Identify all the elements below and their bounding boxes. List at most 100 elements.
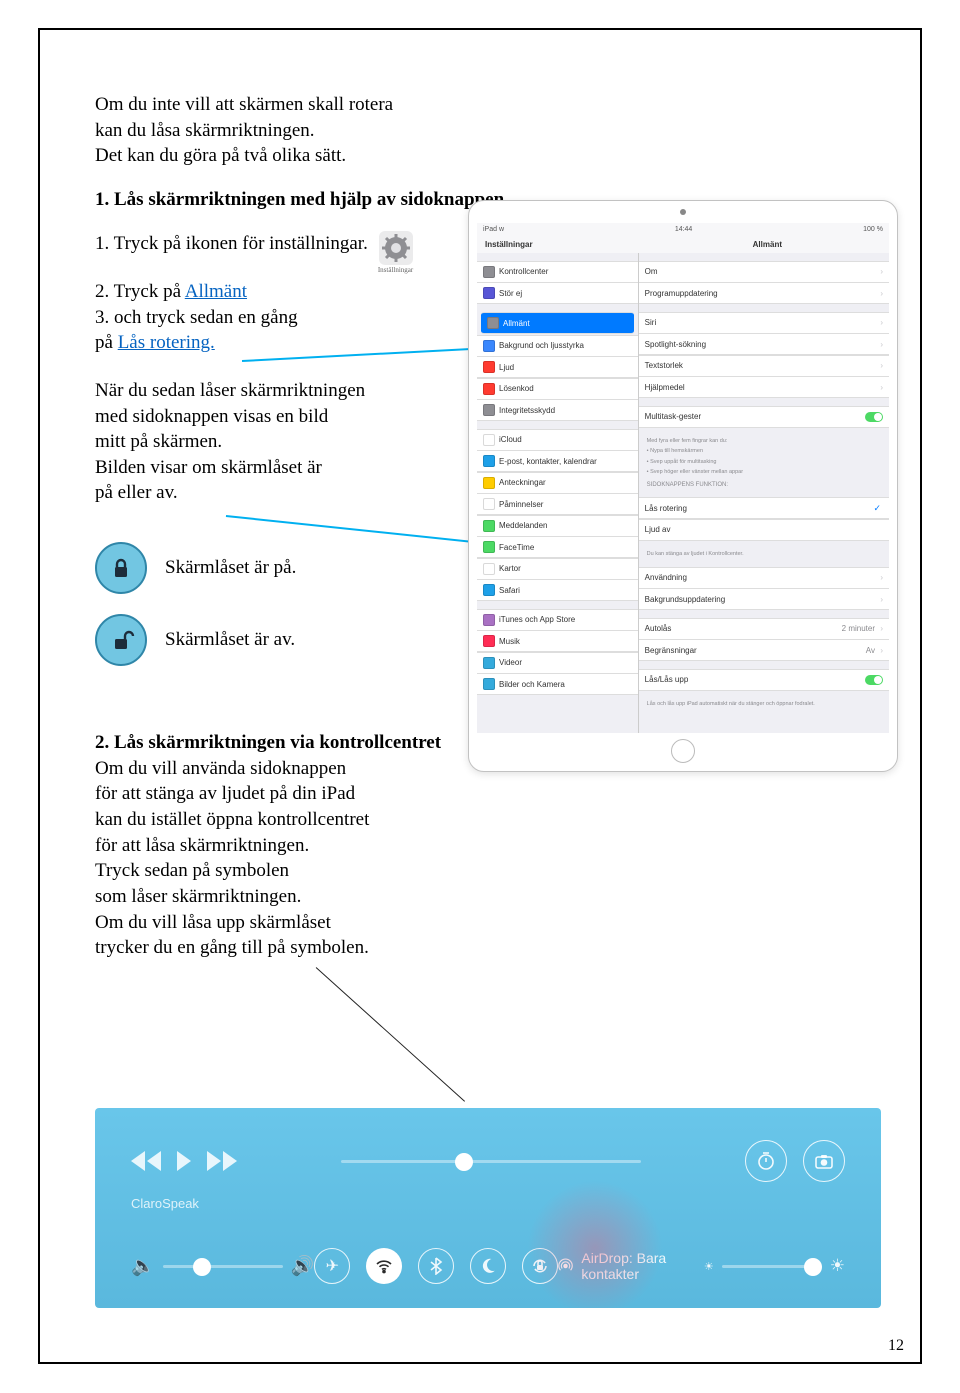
airplane-toggle[interactable]: ✈ bbox=[314, 1248, 350, 1284]
sidoknapp-header: SIDOKNAPPENS FUNKTION: bbox=[639, 478, 889, 490]
s2-p8: trycker du en gång till på symbolen. bbox=[95, 937, 369, 958]
multitask-note-4: • Svep höger eller vänster mellan appar bbox=[639, 467, 889, 478]
settings-row-autol-s[interactable]: Autolås›2 minuter bbox=[639, 618, 889, 640]
volume-low-icon: 🔈 bbox=[131, 1254, 155, 1278]
multitask-toggle[interactable] bbox=[865, 412, 883, 422]
chevron-icon: › bbox=[880, 595, 883, 604]
sidebar-item-e-post-kontakter-kalendrar[interactable]: E-post, kontakter, kalendrar bbox=[477, 450, 638, 472]
ipad-home-button[interactable] bbox=[671, 739, 695, 763]
note-e: på eller av. bbox=[95, 482, 178, 503]
camera-button[interactable] bbox=[803, 1140, 845, 1182]
link-allmant[interactable]: Allmänt bbox=[185, 281, 247, 302]
status-bar: iPad ᴡ 14:44 100 % bbox=[477, 223, 889, 235]
brightness-high-icon: ☀ bbox=[830, 1256, 845, 1276]
sidebar-item-meddelanden[interactable]: Meddelanden bbox=[477, 515, 638, 537]
sidebar-item-integritetsskydd[interactable]: Integritetsskydd bbox=[477, 399, 638, 421]
rotation-lock-toggle[interactable] bbox=[522, 1248, 558, 1284]
ipad-screen: iPad ᴡ 14:44 100 % Inställningar Allmänt… bbox=[477, 223, 889, 733]
bluetooth-toggle[interactable] bbox=[418, 1248, 454, 1284]
link-las-rotering[interactable]: Lås rotering. bbox=[118, 332, 215, 353]
status-battery: 100 % bbox=[863, 226, 883, 233]
sidebar-item-bakgrund-och-ljusstyrka[interactable]: Bakgrund och ljusstyrka bbox=[477, 335, 638, 357]
chevron-icon: › bbox=[880, 383, 883, 392]
now-playing-app-label: ClaroSpeak bbox=[131, 1196, 199, 1211]
s2-p2: för att stänga av ljudet på din iPad bbox=[95, 783, 355, 804]
settings-row-textstorlek[interactable]: Textstorlek› bbox=[639, 355, 889, 377]
sidebar-item-l-senkod[interactable]: Lösenkod bbox=[477, 378, 638, 400]
settings-row-anv-ndning[interactable]: Användning› bbox=[639, 567, 889, 589]
settings-row-hj-lpmedel[interactable]: Hjälpmedel› bbox=[639, 376, 889, 398]
header-left: Inställningar bbox=[477, 235, 646, 253]
volume-control[interactable]: 🔈 🔊 bbox=[131, 1254, 314, 1278]
sidebar-item-p-minnelser[interactable]: Påminnelser bbox=[477, 493, 638, 515]
chevron-icon: › bbox=[880, 646, 883, 655]
sidebar-item-allm-nt[interactable]: Allmänt bbox=[481, 312, 634, 334]
note-c: mitt på skärmen. bbox=[95, 431, 222, 452]
settings-row-programuppdatering[interactable]: Programuppdatering› bbox=[639, 282, 889, 304]
sidebar-item-itunes-och-app-store[interactable]: iTunes och App Store bbox=[477, 609, 638, 631]
sidebar-item-kartor[interactable]: Kartor bbox=[477, 558, 638, 580]
status-left: iPad ᴡ bbox=[483, 226, 504, 233]
lock-on-label: Skärmlåset är på. bbox=[165, 555, 296, 581]
airdrop-button[interactable]: AirDrop: Bara kontakter bbox=[558, 1250, 704, 1282]
step2-prefix: 2. Tryck på bbox=[95, 281, 185, 302]
settings-detail-pane: Om›Programuppdatering› Siri›Spotlight-sö… bbox=[639, 253, 889, 733]
volume-high-icon: 🔊 bbox=[291, 1254, 315, 1278]
sidebar-item-facetime[interactable]: FaceTime bbox=[477, 536, 638, 558]
sidebar-item-kontrollcenter[interactable]: Kontrollcenter bbox=[477, 261, 638, 283]
control-center-panel: ClaroSpeak 🔈 🔊 ✈ AirDrop: Bara kontakter bbox=[95, 1108, 881, 1308]
intro-paragraph: Om du inte vill att skärmen skall rotera… bbox=[95, 92, 865, 169]
settings-row-ljud-av[interactable]: Ljud av bbox=[639, 519, 889, 541]
sidebar-item-ljud[interactable]: Ljud bbox=[477, 356, 638, 378]
do-not-disturb-toggle[interactable] bbox=[470, 1248, 506, 1284]
settings-row-om[interactable]: Om› bbox=[639, 261, 889, 283]
intro-line-1: Om du inte vill att skärmen skall rotera bbox=[95, 94, 393, 115]
settings-row-l-s-l-s-upp[interactable]: Lås/Lås upp bbox=[639, 669, 889, 691]
scrub-slider[interactable] bbox=[341, 1160, 641, 1163]
multitask-gestures-row[interactable]: Multitask-gester bbox=[639, 406, 889, 428]
s2-p5: Tryck sedan på symbolen bbox=[95, 860, 289, 881]
s2-p1: Om du vill använda sidoknappen bbox=[95, 758, 346, 779]
sidebar-item-videor[interactable]: Videor bbox=[477, 652, 638, 674]
timer-button[interactable] bbox=[745, 1140, 787, 1182]
sidebar-item-safari[interactable]: Safari bbox=[477, 579, 638, 601]
header-right: Allmänt bbox=[646, 235, 889, 253]
sidebar-item-st-r-ej[interactable]: Stör ej bbox=[477, 282, 638, 304]
rewind-button[interactable] bbox=[131, 1151, 161, 1171]
settings-row-spotlight-s-kning[interactable]: Spotlight-sökning› bbox=[639, 333, 889, 355]
check-icon: ✓ bbox=[873, 503, 881, 514]
brightness-control[interactable]: ☀ ☀ bbox=[704, 1256, 845, 1276]
play-button[interactable] bbox=[177, 1151, 191, 1171]
sidebar-item-anteckningar[interactable]: Anteckningar bbox=[477, 472, 638, 494]
chevron-icon: › bbox=[880, 361, 883, 370]
intro-line-2: kan du låsa skärmriktningen. bbox=[95, 120, 315, 141]
sidebar-item-musik[interactable]: Musik bbox=[477, 630, 638, 652]
settings-row-siri[interactable]: Siri› bbox=[639, 312, 889, 334]
ipad-camera-dot bbox=[680, 209, 686, 215]
toggle-switch[interactable] bbox=[865, 675, 883, 685]
lock-off-icon bbox=[95, 614, 147, 666]
multitask-note-3: • Svep uppåt för multitasking bbox=[639, 457, 889, 468]
lock-off-label: Skärmlåset är av. bbox=[165, 627, 295, 653]
sidebar-item-bilder-och-kamera[interactable]: Bilder och Kamera bbox=[477, 673, 638, 695]
chevron-icon: › bbox=[880, 573, 883, 582]
multitask-note-1: Med fyra eller fem fingrar kan du: bbox=[639, 436, 889, 447]
s2-p7: Om du vill låsa upp skärmlåset bbox=[95, 912, 331, 933]
chevron-icon: › bbox=[880, 340, 883, 349]
settings-row-bakgrundsuppdatering[interactable]: Bakgrundsuppdatering› bbox=[639, 588, 889, 610]
chevron-icon: › bbox=[880, 624, 883, 633]
s2-p3: kan du istället öppna kontrollcentret bbox=[95, 809, 369, 830]
step3-prefix: på bbox=[95, 332, 118, 353]
sidebar-item-icloud[interactable]: iCloud bbox=[477, 429, 638, 451]
settings-row-begr-nsningar[interactable]: Begränsningar›Av bbox=[639, 639, 889, 661]
brightness-low-icon: ☀ bbox=[704, 1260, 714, 1273]
chevron-icon: › bbox=[880, 289, 883, 298]
note-b: med sidoknappen visas en bild bbox=[95, 406, 328, 427]
ljud-note: Du kan stänga av ljudet i Kontrollcenter… bbox=[639, 549, 889, 560]
step1-text: 1. Tryck på ikonen för inställningar. bbox=[95, 231, 368, 257]
chevron-icon: › bbox=[880, 318, 883, 327]
forward-button[interactable] bbox=[207, 1151, 237, 1171]
wifi-toggle[interactable] bbox=[366, 1248, 402, 1284]
settings-row-l-s-rotering[interactable]: Lås rotering✓ bbox=[639, 497, 889, 519]
settings-app-label: Inställningar bbox=[378, 266, 413, 275]
